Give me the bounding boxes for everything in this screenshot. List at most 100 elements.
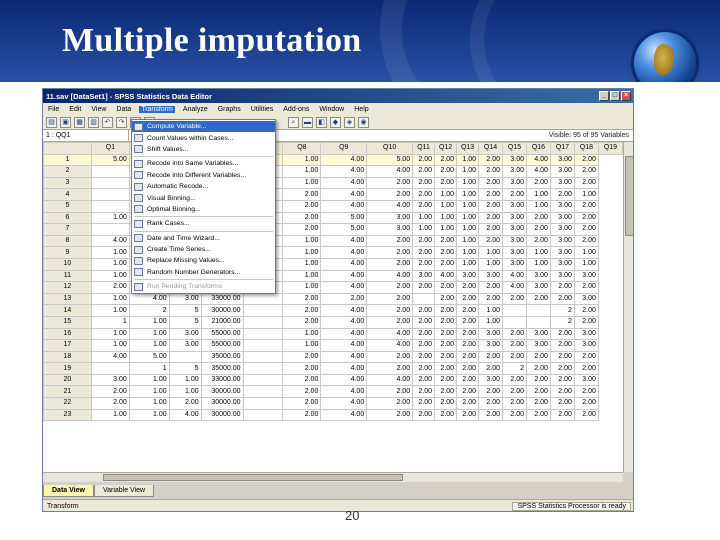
data-cell[interactable]: 4.00 [320,339,368,352]
column-header[interactable]: Q14 [478,142,504,155]
data-cell[interactable]: 1.00 [128,373,170,387]
column-header[interactable]: Q18 [573,142,599,155]
data-cell[interactable]: 3.00 [549,269,575,283]
data-cell[interactable]: 2.00 [412,385,436,399]
data-cell[interactable]: 1.00 [573,257,599,271]
data-cell[interactable]: 4.00 [320,234,368,248]
data-cell[interactable]: 2.00 [502,327,527,341]
data-cell[interactable]: 4.00 [366,269,414,283]
data-cell[interactable]: 2.00 [412,327,436,341]
data-cell[interactable]: 2.00 [549,397,575,410]
data-cell[interactable]: 2.00 [434,327,458,341]
data-cell[interactable]: 4.00 [320,188,368,201]
data-cell[interactable]: 2.00 [282,385,322,399]
data-cell[interactable]: 35000.00 [200,350,244,364]
data-cell[interactable]: 2.00 [366,408,414,422]
menu-help[interactable]: Help [352,106,370,113]
data-cell[interactable]: 2.00 [412,339,436,352]
data-cell[interactable]: 3.00 [573,339,599,352]
row-number[interactable]: 1 [43,153,92,167]
tab-variable-view[interactable]: Variable View [93,485,155,497]
data-cell[interactable]: 33000.00 [200,292,244,306]
data-cell[interactable]: 2.00 [434,153,458,167]
data-cell[interactable]: 3.00 [502,234,527,248]
data-cell[interactable] [90,199,130,213]
data-cell[interactable]: 1.00 [478,315,504,329]
column-header[interactable]: Q11 [412,142,436,155]
data-cell[interactable]: 2.00 [366,397,414,410]
data-cell[interactable]: 4.00 [320,269,368,283]
data-cell[interactable]: 2.00 [502,350,527,364]
data-cell[interactable]: 3.00 [525,339,551,352]
data-cell[interactable]: 2.00 [412,234,436,248]
row-number[interactable]: 19 [43,362,92,375]
data-cell[interactable]: 2.00 [525,408,551,422]
data-cell[interactable]: 4.00 [128,292,170,306]
data-cell[interactable]: 2.00 [412,373,436,387]
data-cell[interactable]: 1.00 [128,397,170,410]
data-cell[interactable]: 3.00 [502,223,527,236]
data-cell[interactable]: 4.00 [366,165,414,178]
data-cell[interactable]: 3.00 [573,292,599,306]
data-cell[interactable]: 2.00 [366,257,414,271]
data-cell[interactable]: 1.00 [128,339,170,352]
data-cell[interactable]: 1.00 [434,211,458,225]
menu-analyze[interactable]: Analyze [181,106,210,113]
data-cell[interactable]: 2.00 [478,188,504,201]
data-cell[interactable]: 2.00 [282,304,322,317]
data-cell[interactable]: 2.00 [549,362,575,375]
data-cell[interactable]: 1.00 [282,327,322,341]
window-titlebar[interactable]: 11.sav [DataSet1] - SPSS Statistics Data… [43,89,633,103]
data-cell[interactable]: 2.00 [549,408,575,422]
data-cell[interactable]: 1.00 [525,246,551,259]
data-cell[interactable]: 1.00 [456,234,480,248]
data-cell[interactable]: 2.00 [168,397,202,410]
data-cell[interactable]: 3.00 [549,257,575,271]
data-cell[interactable]: 2.00 [282,211,322,225]
data-cell[interactable]: 4.00 [525,153,551,167]
data-cell[interactable]: 30000.00 [200,408,244,422]
data-cell[interactable]: 5.00 [320,223,368,236]
data-cell[interactable]: 2.00 [573,223,599,236]
data-cell[interactable]: 1.00 [128,408,170,422]
data-cell[interactable]: 2.00 [282,397,322,410]
data-cell[interactable]: 1.00 [90,211,130,225]
data-cell[interactable]: 2.00 [412,188,436,201]
data-cell[interactable]: 2.00 [434,257,458,271]
data-cell[interactable]: 2.00 [525,234,551,248]
data-cell[interactable]: 5 [168,304,202,317]
data-cell[interactable]: 3.00 [412,269,436,283]
data-cell[interactable]: 2.00 [573,211,599,225]
data-cell[interactable]: 2.00 [434,292,458,306]
data-cell[interactable]: 2.00 [412,350,436,364]
data-cell[interactable]: 2.00 [525,385,551,399]
data-cell[interactable]: 2.00 [456,281,480,294]
data-cell[interactable]: 1.00 [90,292,130,306]
data-cell[interactable]: 2.00 [434,281,458,294]
data-cell[interactable]: 2.00 [573,199,599,213]
data-cell[interactable]: 1.00 [90,304,130,317]
data-cell[interactable] [242,373,284,387]
data-cell[interactable]: 1.00 [456,246,480,259]
data-cell[interactable]: 1.00 [434,188,458,201]
data-cell[interactable]: 1.00 [128,315,170,329]
data-cell[interactable]: 2.00 [478,281,504,294]
data-cell[interactable]: 1.00 [525,199,551,213]
data-cell[interactable]: 1.00 [90,327,130,341]
data-cell[interactable]: 3.00 [502,211,527,225]
column-header[interactable]: Q10 [366,142,414,155]
data-cell[interactable]: 2.00 [366,234,414,248]
menu-utilities[interactable]: Utilities [249,106,276,113]
data-cell[interactable]: 2.00 [282,408,322,422]
data-cell[interactable]: 1.00 [282,153,322,167]
data-cell[interactable]: 4.00 [320,362,368,375]
menu-item-automatic-recode[interactable]: Automatic Recode... [132,181,275,192]
menu-window[interactable]: Window [317,106,346,113]
data-cell[interactable] [90,188,130,201]
data-cell[interactable] [242,385,284,399]
row-number[interactable]: 21 [43,385,92,399]
data-cell[interactable]: 2.00 [573,234,599,248]
maximize-button[interactable]: □ [610,91,620,101]
data-cell[interactable]: 1.00 [573,246,599,259]
data-cell[interactable]: 5.00 [320,211,368,225]
